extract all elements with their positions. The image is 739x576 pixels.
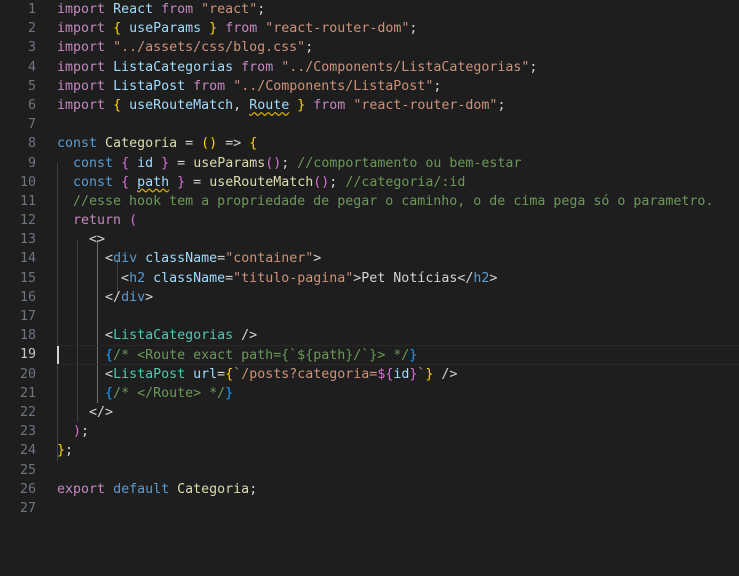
code-line[interactable]: 27 <box>0 499 739 518</box>
line-number: 1 <box>27 2 36 17</box>
line-content[interactable]: const { path } = useRouteMatch(); //cate… <box>57 173 739 192</box>
line-content[interactable]: import { useRouteMatch, Route } from "re… <box>57 96 739 115</box>
code-line[interactable]: 8 const Categoria = () => { <box>0 134 739 153</box>
line-number: 9 <box>27 155 36 171</box>
line-number: 24 <box>19 443 36 459</box>
line-content[interactable]: <ListaCategorias /> <box>57 326 739 345</box>
line-number: 7 <box>27 117 36 133</box>
line-content[interactable]: import React from "react"; <box>57 0 739 19</box>
code-line[interactable]: 25 <box>0 461 739 480</box>
code-line[interactable]: 17 <box>0 307 739 326</box>
code-line[interactable]: 13 <> <box>0 230 739 249</box>
line-content[interactable]: </> <box>57 403 739 422</box>
line-content[interactable]: <> <box>57 230 739 249</box>
line-number: 18 <box>19 328 36 344</box>
line-number: 19 <box>19 347 36 363</box>
line-number: 14 <box>19 251 36 267</box>
code-line[interactable]: 1 import React from "react"; <box>0 0 739 19</box>
code-line-active[interactable]: 19 {/* <Route exact path={`${path}/`}> *… <box>0 345 739 365</box>
line-content[interactable]: </div> <box>57 288 739 307</box>
line-number: 20 <box>19 366 36 382</box>
line-content[interactable]: {/* <Route exact path={`${path}/`}> */} <box>57 345 739 365</box>
line-number: 16 <box>19 289 36 305</box>
warning-token-route: Route <box>249 97 290 113</box>
code-line[interactable]: 12 return ( <box>0 211 739 230</box>
line-number: 26 <box>19 481 36 497</box>
code-line[interactable]: 14 <div className="container"> <box>0 249 739 268</box>
line-number: 21 <box>19 385 36 401</box>
code-line[interactable]: 21 {/* </Route> */} <box>0 384 739 403</box>
line-content[interactable]: const { id } = useParams(); //comportame… <box>57 154 739 173</box>
code-line[interactable]: 18 <ListaCategorias /> <box>0 326 739 345</box>
line-number: 8 <box>27 136 36 152</box>
line-number: 2 <box>27 21 36 37</box>
line-content[interactable]: import "../assets/css/blog.css"; <box>57 38 739 57</box>
line-content[interactable]: {/* </Route> */} <box>57 384 739 403</box>
line-content[interactable] <box>57 499 739 518</box>
line-content[interactable]: return ( <box>57 211 739 230</box>
code-line[interactable]: 11 //esse hook tem a propriedade de pega… <box>0 192 739 211</box>
line-number: 17 <box>19 309 36 324</box>
code-line[interactable]: 20 <ListaPost url={`/posts?categoria=${i… <box>0 365 739 384</box>
code-line[interactable]: 6 import { useRouteMatch, Route } from "… <box>0 96 739 115</box>
line-number: 10 <box>19 174 36 190</box>
line-content[interactable] <box>57 115 739 134</box>
code-line[interactable]: 22 </> <box>0 403 739 422</box>
line-content[interactable]: <ListaPost url={`/posts?categoria=${id}`… <box>57 365 739 384</box>
code-line[interactable]: 5 import ListaPost from "../Components/L… <box>0 77 739 96</box>
line-content[interactable]: <h2 className="titulo-pagina">Pet Notíci… <box>57 269 739 288</box>
line-content[interactable]: <div className="container"> <box>57 249 739 268</box>
line-number: 4 <box>27 59 36 75</box>
line-content[interactable]: ); <box>57 422 739 441</box>
line-number: 25 <box>19 462 36 478</box>
line-number: 12 <box>19 213 36 229</box>
line-content[interactable]: import { useParams } from "react-router-… <box>57 19 739 38</box>
line-content[interactable]: import ListaCategorias from "../Componen… <box>57 58 739 77</box>
code-line[interactable]: 24 }; <box>0 441 739 460</box>
code-line[interactable]: 16 </div> <box>0 288 739 307</box>
line-content[interactable]: import ListaPost from "../Components/Lis… <box>57 77 739 96</box>
line-content[interactable]: const Categoria = () => { <box>57 134 739 153</box>
code-line[interactable]: 2 import { useParams } from "react-route… <box>0 19 739 38</box>
code-editor[interactable]: 1 import React from "react"; 2 import { … <box>0 0 739 564</box>
code-line[interactable]: 7 <box>0 115 739 134</box>
line-number: 3 <box>27 40 36 56</box>
line-content[interactable]: //esse hook tem a propriedade de pegar o… <box>57 192 739 211</box>
code-line[interactable]: 23 ); <box>0 422 739 441</box>
line-number: 22 <box>19 404 36 420</box>
line-number: 15 <box>19 270 36 286</box>
code-line[interactable]: 9 const { id } = useParams(); //comporta… <box>0 154 739 173</box>
line-content[interactable]: export default Categoria; <box>57 480 739 499</box>
line-number: 27 <box>19 500 36 516</box>
code-line[interactable]: 4 import ListaCategorias from "../Compon… <box>0 58 739 77</box>
line-content[interactable] <box>57 461 739 480</box>
code-line[interactable]: 26 export default Categoria; <box>0 480 739 499</box>
line-number: 6 <box>27 97 36 113</box>
line-content[interactable]: }; <box>57 441 739 460</box>
line-number: 5 <box>27 78 36 94</box>
line-number: 11 <box>19 193 36 209</box>
code-line[interactable]: 10 const { path } = useRouteMatch(); //c… <box>0 173 739 192</box>
line-number: 13 <box>19 232 36 248</box>
warning-token-path: path <box>137 174 170 190</box>
line-number: 23 <box>19 424 36 440</box>
code-line[interactable]: 15 <h2 className="titulo-pagina">Pet Not… <box>0 269 739 288</box>
code-line[interactable]: 3 import "../assets/css/blog.css"; <box>0 38 739 57</box>
line-content[interactable] <box>57 307 739 326</box>
